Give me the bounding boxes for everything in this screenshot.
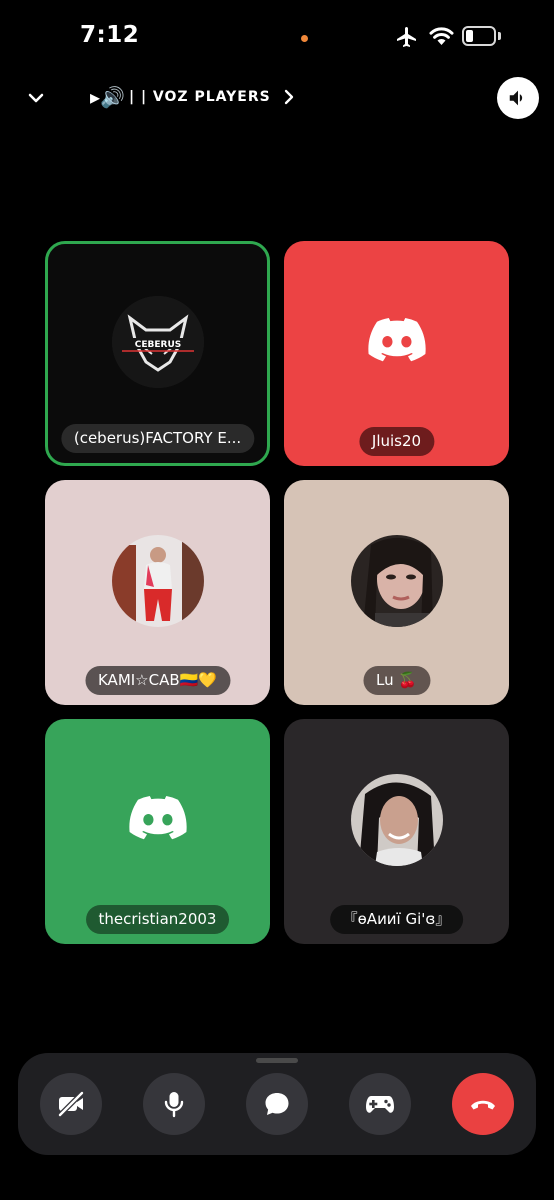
activities-button[interactable] bbox=[349, 1073, 411, 1135]
photo-avatar bbox=[111, 534, 204, 627]
airplane-mode-icon bbox=[397, 27, 416, 47]
speaker-volume-icon bbox=[509, 90, 523, 106]
phone-hangup-icon bbox=[471, 1100, 495, 1110]
participant-tile-thecristian2003[interactable]: thecristian2003 bbox=[45, 719, 270, 944]
participant-name: Jluis20 bbox=[358, 427, 435, 456]
wifi-icon bbox=[429, 27, 454, 45]
collapse-chevron-icon[interactable] bbox=[26, 88, 46, 108]
privacy-indicator-dot bbox=[301, 35, 308, 42]
end-call-button[interactable] bbox=[452, 1073, 514, 1135]
chevron-right-icon bbox=[284, 89, 293, 105]
camera-off-button[interactable] bbox=[40, 1073, 102, 1135]
microphone-icon bbox=[164, 1092, 184, 1118]
discord-logo-icon bbox=[128, 795, 187, 839]
channel-title[interactable]: ▸🔊 | | VOZ PLAYERS bbox=[90, 82, 295, 112]
battery-icon bbox=[462, 26, 496, 46]
microphone-button[interactable] bbox=[143, 1073, 205, 1135]
participant-name: thecristian2003 bbox=[85, 905, 230, 934]
ceberus-logo-avatar: CEBERUS bbox=[111, 295, 204, 388]
discord-logo-icon bbox=[367, 317, 426, 361]
participant-tile-anni[interactable]: 『ɵAииï Gi'ɞ』 bbox=[284, 719, 509, 944]
chat-bubble-icon bbox=[265, 1093, 289, 1115]
participant-name: Lu 🍒 bbox=[362, 666, 431, 695]
participant-name: KAMI☆CAB🇨🇴💛 bbox=[84, 666, 231, 695]
photo-avatar bbox=[350, 773, 443, 866]
participant-name: 『ɵAииï Gi'ɞ』 bbox=[329, 905, 464, 934]
gamepad-icon bbox=[366, 1096, 394, 1113]
battery-tip bbox=[498, 32, 501, 40]
camera-off-icon bbox=[58, 1091, 84, 1117]
participant-tile-lu[interactable]: Lu 🍒 bbox=[284, 480, 509, 705]
channel-name: | | VOZ PLAYERS bbox=[128, 89, 271, 105]
speaker-output-button[interactable] bbox=[497, 77, 539, 119]
photo-avatar bbox=[350, 534, 443, 627]
participant-tile-kami[interactable]: KAMI☆CAB🇨🇴💛 bbox=[45, 480, 270, 705]
ceberus-logo-text: CEBERUS bbox=[134, 340, 180, 350]
participant-tile-ceberus[interactable]: CEBERUS (ceberus)FACTORY E... bbox=[45, 241, 270, 466]
chat-button[interactable] bbox=[246, 1073, 308, 1135]
participant-name: (ceberus)FACTORY E... bbox=[60, 424, 255, 453]
participant-tile-jluis20[interactable]: Jluis20 bbox=[284, 241, 509, 466]
status-time: 7:12 bbox=[80, 22, 140, 48]
drag-handle[interactable] bbox=[256, 1058, 298, 1063]
channel-prefix: ▸🔊 bbox=[90, 85, 125, 109]
